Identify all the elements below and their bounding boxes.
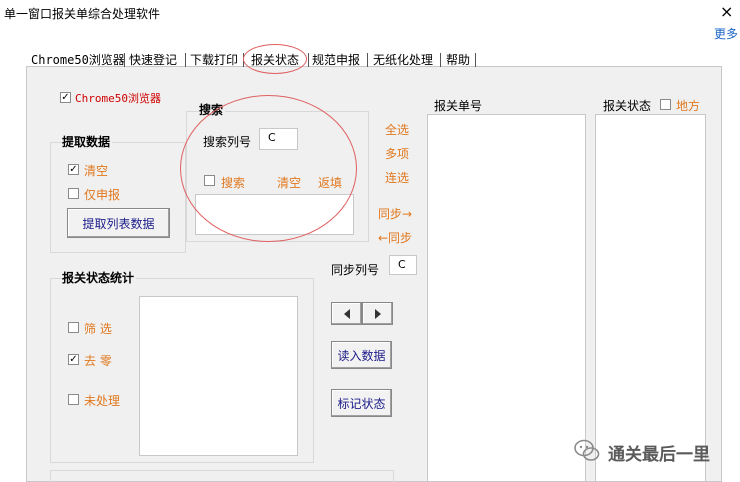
highlight-ellipse xyxy=(243,44,307,74)
read-data-button[interactable]: 读入数据 xyxy=(331,341,392,369)
stats-list[interactable] xyxy=(139,296,298,456)
watermark-text: 通关最后一里 xyxy=(608,445,710,465)
decl-status-header: 报关状态 xyxy=(603,99,652,113)
more-link[interactable]: 更多 xyxy=(714,25,738,42)
only-declare-label: 仅申报 xyxy=(84,188,121,202)
select-all-link[interactable]: 全选 xyxy=(385,121,409,138)
dezero-checkbox[interactable]: ✓ xyxy=(68,354,79,365)
tab-paperless[interactable]: 无纸化处理 xyxy=(373,52,433,68)
close-icon[interactable]: × xyxy=(720,2,733,22)
highlight-ellipse xyxy=(180,95,357,242)
local-checkbox[interactable] xyxy=(660,99,671,110)
wechat-icon xyxy=(572,436,602,466)
filter-label: 筛 选 xyxy=(84,322,112,336)
filter-checkbox[interactable] xyxy=(68,322,79,333)
decl-status-list[interactable] xyxy=(595,114,706,482)
extract-group-title: 提取数据 xyxy=(62,133,113,150)
local-label: 地方 xyxy=(676,99,701,113)
tab-chrome50[interactable]: Chrome50浏览器 xyxy=(31,52,125,68)
continuous-select-link[interactable]: 连选 xyxy=(385,169,409,186)
tab-separator xyxy=(440,53,441,67)
extract-list-button[interactable]: 提取列表数据 xyxy=(67,208,170,238)
tab-separator xyxy=(124,53,125,67)
tab-standard-declare[interactable]: 规范申报 xyxy=(312,52,360,68)
window-title: 单一窗口报关单综合处理软件 xyxy=(4,7,161,21)
tab-separator xyxy=(367,53,368,67)
mark-status-button[interactable]: 标记状态 xyxy=(331,389,392,417)
chrome50-label: Chrome50浏览器 xyxy=(75,92,161,105)
tab-help[interactable]: 帮助 xyxy=(446,52,470,68)
unprocessed-label: 未处理 xyxy=(84,394,121,408)
sync-backward-link[interactable]: ←同步 xyxy=(378,229,412,246)
tab-separator xyxy=(185,53,186,67)
clear-checkbox[interactable]: ✓ xyxy=(68,164,79,175)
prev-button[interactable] xyxy=(331,302,362,325)
only-declare-checkbox[interactable] xyxy=(68,188,79,199)
arrow-right-icon xyxy=(374,308,381,319)
tab-separator xyxy=(308,53,309,67)
stats-group-title: 报关状态统计 xyxy=(62,269,137,286)
chrome50-checkbox[interactable]: ✓ xyxy=(60,92,71,103)
decl-no-header: 报关单号 xyxy=(434,99,483,113)
sync-column-label: 同步列号 xyxy=(331,263,380,277)
tab-separator xyxy=(475,53,476,67)
unprocessed-checkbox[interactable] xyxy=(68,394,79,405)
tab-quick-register[interactable]: 快速登记 xyxy=(129,52,177,68)
tab-download-print[interactable]: 下载打印 xyxy=(190,52,238,68)
bottom-group xyxy=(50,470,394,482)
sync-forward-link[interactable]: 同步→ xyxy=(378,205,412,222)
sync-column-input[interactable]: C xyxy=(389,255,417,275)
multi-select-link[interactable]: 多项 xyxy=(385,145,409,162)
next-button[interactable] xyxy=(362,302,393,325)
clear-label: 清空 xyxy=(84,164,109,178)
decl-no-list[interactable] xyxy=(427,114,586,482)
arrow-left-icon xyxy=(343,308,350,319)
dezero-label: 去 零 xyxy=(84,354,112,368)
